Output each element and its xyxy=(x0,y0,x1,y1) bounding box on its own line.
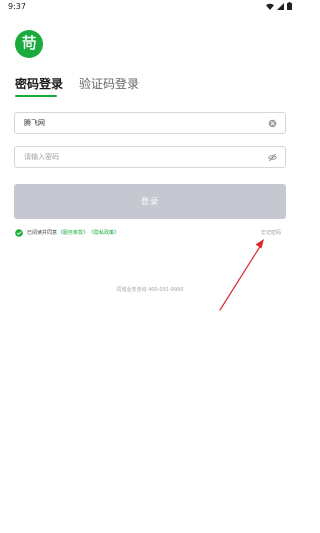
tab-code-login-label: 验证码登录 xyxy=(79,77,140,91)
status-icons xyxy=(266,2,292,10)
tab-active-indicator xyxy=(15,95,57,97)
username-field[interactable]: 腾飞网 xyxy=(14,112,286,134)
status-bar: 9:37 xyxy=(0,0,300,14)
tab-password-login[interactable]: 密码登录 xyxy=(15,76,63,100)
privacy-link[interactable]: 《隐私政策》 xyxy=(89,228,119,238)
agreement-checkbox-icon[interactable] xyxy=(15,229,23,237)
terms-link[interactable]: 《服务条款》 xyxy=(58,228,88,238)
login-button[interactable]: 登录 xyxy=(14,184,286,219)
wifi-icon xyxy=(266,3,274,10)
agreement-text: 已阅读并同意 xyxy=(27,230,58,236)
eye-off-icon[interactable] xyxy=(268,153,277,162)
hotline-text: 同城业务咨询 400-091-9990 xyxy=(116,287,184,293)
signal-icon xyxy=(277,2,284,10)
login-button-label: 登录 xyxy=(141,197,159,206)
status-time: 9:37 xyxy=(8,2,26,11)
battery-icon xyxy=(287,2,292,10)
password-field[interactable]: 请输入密码 xyxy=(14,146,286,168)
username-value: 腾飞网 xyxy=(24,119,45,127)
clear-icon[interactable] xyxy=(268,119,277,128)
tab-password-login-label: 密码登录 xyxy=(15,77,64,91)
lotus-leaf-logo-icon xyxy=(20,33,38,55)
agreement-row: 已阅读并同意 《服务条款》 《隐私政策》 xyxy=(15,228,119,238)
forgot-password-link[interactable]: 忘记密码 xyxy=(261,229,281,237)
login-tabs: 密码登录 验证码登录 xyxy=(15,76,139,100)
tab-code-login[interactable]: 验证码登录 xyxy=(79,76,139,100)
password-placeholder: 请输入密码 xyxy=(24,153,59,161)
app-logo xyxy=(15,30,43,58)
